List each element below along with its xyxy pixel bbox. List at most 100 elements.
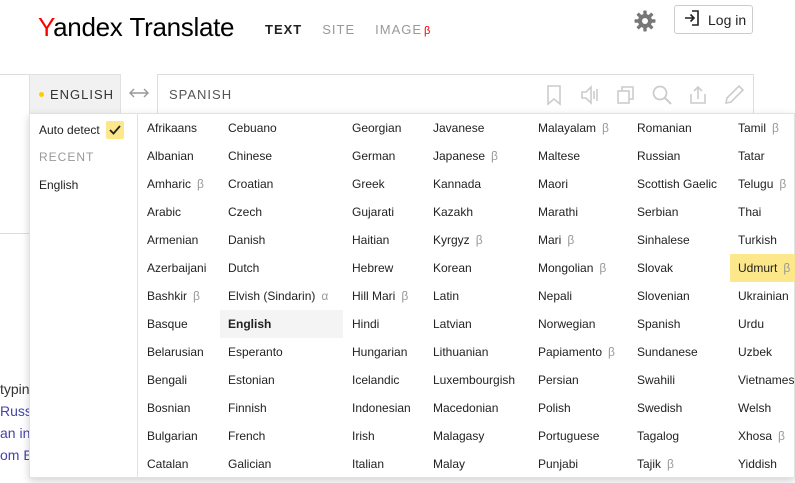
bg-link[interactable]: an in <box>0 422 30 444</box>
language-option[interactable]: Vietnamese <box>730 366 795 394</box>
language-option[interactable]: Esperanto <box>220 338 343 366</box>
tab-image[interactable]: IMAGE β <box>375 22 431 37</box>
language-option[interactable]: Hill Mari β <box>344 282 424 310</box>
speaker-icon[interactable] <box>579 84 601 106</box>
language-option[interactable]: Romanian <box>629 114 729 142</box>
language-option[interactable]: Danish <box>220 226 343 254</box>
language-option[interactable]: Amharic β <box>139 170 219 198</box>
language-option[interactable]: Polish <box>530 394 628 422</box>
language-option[interactable]: Uzbek <box>730 338 795 366</box>
bookmark-icon[interactable] <box>543 84 565 106</box>
language-option[interactable]: Hindi <box>344 310 424 338</box>
language-option[interactable]: Swedish <box>629 394 729 422</box>
language-option[interactable]: Croatian <box>220 170 343 198</box>
language-option[interactable]: Tagalog <box>629 422 729 450</box>
language-option[interactable]: Swahili <box>629 366 729 394</box>
language-option[interactable]: Lithuanian <box>425 338 529 366</box>
language-option[interactable]: Estonian <box>220 366 343 394</box>
language-option[interactable]: Galician <box>220 450 343 478</box>
language-option[interactable]: Urdu <box>730 310 795 338</box>
language-option[interactable]: Hungarian <box>344 338 424 366</box>
language-option[interactable]: Scottish Gaelic <box>629 170 729 198</box>
language-option[interactable]: Belarusian <box>139 338 219 366</box>
language-option[interactable]: Slovak <box>629 254 729 282</box>
language-option[interactable]: Indonesian <box>344 394 424 422</box>
language-option[interactable]: Italian <box>344 450 424 478</box>
language-option[interactable]: Gujarati <box>344 198 424 226</box>
language-option[interactable]: Haitian <box>344 226 424 254</box>
language-option[interactable]: German <box>344 142 424 170</box>
language-option[interactable]: Welsh <box>730 394 795 422</box>
language-option[interactable]: Malay <box>425 450 529 478</box>
language-option[interactable]: Catalan <box>139 450 219 478</box>
language-option[interactable]: Kannada <box>425 170 529 198</box>
language-option[interactable]: Tajik β <box>629 450 729 478</box>
language-option[interactable]: Cebuano <box>220 114 343 142</box>
language-option[interactable]: Norwegian <box>530 310 628 338</box>
language-option[interactable]: Kyrgyz β <box>425 226 529 254</box>
language-option[interactable]: Tamil β <box>730 114 795 142</box>
language-option[interactable]: Azerbaijani <box>139 254 219 282</box>
language-option[interactable]: Bulgarian <box>139 422 219 450</box>
bg-link[interactable]: om E <box>0 444 30 466</box>
language-option[interactable]: Georgian <box>344 114 424 142</box>
language-option[interactable]: Hebrew <box>344 254 424 282</box>
search-icon[interactable] <box>651 84 673 106</box>
language-option[interactable]: Persian <box>530 366 628 394</box>
swap-arrows-icon[interactable] <box>128 86 150 105</box>
language-option[interactable]: Slovenian <box>629 282 729 310</box>
language-option[interactable]: Finnish <box>220 394 343 422</box>
language-option[interactable]: Turkish <box>730 226 795 254</box>
language-option[interactable]: Latin <box>425 282 529 310</box>
language-option[interactable]: Armenian <box>139 226 219 254</box>
language-option[interactable]: Mari β <box>530 226 628 254</box>
language-option[interactable]: Chinese <box>220 142 343 170</box>
language-option[interactable]: Dutch <box>220 254 343 282</box>
language-option[interactable]: Serbian <box>629 198 729 226</box>
language-option[interactable]: Mongolian β <box>530 254 628 282</box>
tab-site[interactable]: SITE <box>322 22 355 37</box>
language-option[interactable]: Korean <box>425 254 529 282</box>
language-option[interactable]: Telugu β <box>730 170 795 198</box>
language-option[interactable]: Maltese <box>530 142 628 170</box>
language-option[interactable]: Bengali <box>139 366 219 394</box>
tab-text[interactable]: TEXT <box>265 22 302 37</box>
language-option[interactable]: Malagasy <box>425 422 529 450</box>
language-option[interactable]: Icelandic <box>344 366 424 394</box>
language-option[interactable]: Spanish <box>629 310 729 338</box>
language-option[interactable]: Punjabi <box>530 450 628 478</box>
language-option[interactable]: Marathi <box>530 198 628 226</box>
language-option[interactable]: Irish <box>344 422 424 450</box>
target-language-button[interactable]: SPANISH <box>157 74 754 114</box>
language-option[interactable]: Basque <box>139 310 219 338</box>
language-option[interactable]: Kazakh <box>425 198 529 226</box>
copy-icon[interactable] <box>615 84 637 106</box>
bg-link[interactable]: Russ <box>0 400 30 422</box>
yandex-translate-logo[interactable]: Yandex Translate <box>38 12 234 43</box>
language-option[interactable]: Xhosa β <box>730 422 795 450</box>
share-icon[interactable] <box>687 84 709 106</box>
language-option[interactable]: Nepali <box>530 282 628 310</box>
language-option[interactable]: Japanese β <box>425 142 529 170</box>
language-option[interactable]: Malayalam β <box>530 114 628 142</box>
language-option[interactable]: Bashkir β <box>139 282 219 310</box>
language-option[interactable]: Arabic <box>139 198 219 226</box>
language-option[interactable]: English <box>220 310 343 338</box>
language-option[interactable]: Maori <box>530 170 628 198</box>
language-option[interactable]: Tatar <box>730 142 795 170</box>
language-option[interactable]: Afrikaans <box>139 114 219 142</box>
login-button[interactable]: Log in <box>674 5 753 34</box>
language-option[interactable]: Thai <box>730 198 795 226</box>
language-option[interactable]: Ukrainian <box>730 282 795 310</box>
auto-detect-option[interactable]: Auto detect <box>39 121 124 139</box>
language-option[interactable]: Macedonian <box>425 394 529 422</box>
language-option[interactable]: French <box>220 422 343 450</box>
source-language-button[interactable]: ENGLISH <box>29 74 121 114</box>
gear-icon[interactable] <box>633 9 659 32</box>
language-option[interactable]: Portuguese <box>530 422 628 450</box>
pencil-icon[interactable] <box>723 84 745 106</box>
language-option[interactable]: Udmurt β <box>730 254 795 282</box>
language-option[interactable]: Czech <box>220 198 343 226</box>
language-option[interactable]: Latvian <box>425 310 529 338</box>
language-option[interactable]: Yiddish <box>730 450 795 478</box>
